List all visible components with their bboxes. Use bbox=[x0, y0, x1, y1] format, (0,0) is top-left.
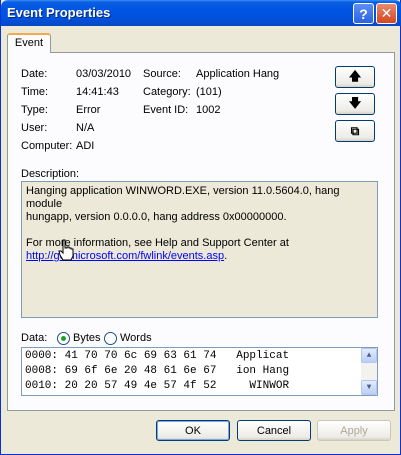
data-row: 0000: 41 70 70 6c 69 63 61 74 Applicat bbox=[25, 350, 290, 362]
description-line: For more information, see Help and Suppo… bbox=[26, 237, 289, 249]
eventid-value: 1002 bbox=[196, 104, 221, 116]
category-label: Category: bbox=[143, 86, 191, 98]
close-button[interactable]: ✕ bbox=[376, 3, 397, 24]
date-label: Date: bbox=[21, 68, 48, 80]
user-label: User: bbox=[21, 122, 48, 134]
data-row: 0010: 20 20 57 49 4e 57 4f 52 WINWOR bbox=[25, 380, 290, 392]
description-line: Hanging application WINWORD.EXE, version… bbox=[26, 185, 340, 210]
hand-cursor-icon bbox=[58, 239, 74, 261]
time-label: Time: bbox=[21, 86, 49, 98]
arrow-down-icon: 🡇 bbox=[348, 95, 362, 110]
description-line: hungapp, version 0.0.0.0, hang address 0… bbox=[26, 211, 287, 223]
bytes-radio[interactable] bbox=[57, 332, 70, 345]
copy-to-clipboard-button[interactable]: ⧉ bbox=[335, 120, 375, 142]
type-label: Type: bbox=[21, 104, 48, 116]
computer-label: Computer: bbox=[21, 140, 73, 152]
bytes-radio-label[interactable]: Bytes bbox=[73, 332, 101, 344]
source-value: Application Hang bbox=[196, 68, 280, 80]
computer-value: ADI bbox=[76, 140, 95, 152]
arrow-up-icon: 🡅 bbox=[348, 68, 362, 83]
event-properties-window: Event Properties ? ✕ Event Date: 03/03/2… bbox=[0, 0, 401, 455]
data-label: Data: bbox=[21, 332, 48, 344]
type-value: Error bbox=[76, 104, 101, 116]
date-value: 03/03/2010 bbox=[76, 68, 132, 80]
help-button[interactable]: ? bbox=[353, 3, 374, 24]
window-title: Event Properties bbox=[7, 5, 111, 20]
previous-event-button[interactable]: 🡅 bbox=[335, 66, 375, 88]
cancel-button[interactable]: Cancel bbox=[237, 420, 311, 441]
description-textbox[interactable]: Hanging application WINWORD.EXE, version… bbox=[21, 181, 378, 318]
data-listbox[interactable]: 0000: 41 70 70 6c 69 63 61 74 Applicat 0… bbox=[21, 347, 378, 396]
copy-icon: ⧉ bbox=[350, 123, 360, 138]
apply-button: Apply bbox=[317, 420, 391, 441]
words-radio-label[interactable]: Words bbox=[120, 332, 152, 344]
link-suffix: . bbox=[224, 250, 228, 262]
user-value: N/A bbox=[76, 122, 95, 134]
tab-event[interactable]: Event bbox=[7, 33, 51, 53]
category-value: (101) bbox=[196, 86, 222, 98]
data-scrollbar[interactable]: ▲ ▼ bbox=[361, 348, 377, 395]
eventid-label: Event ID: bbox=[143, 104, 189, 116]
words-radio[interactable] bbox=[104, 332, 117, 345]
ok-button[interactable]: OK bbox=[156, 420, 230, 441]
time-value: 14:41:43 bbox=[76, 86, 119, 98]
help-link[interactable]: http://go.microsoft.com/fwlink/events.as… bbox=[26, 250, 224, 262]
source-label: Source: bbox=[143, 68, 181, 80]
next-event-button[interactable]: 🡇 bbox=[335, 93, 375, 115]
title-bar[interactable]: Event Properties ? ✕ bbox=[1, 0, 401, 26]
scroll-down-icon[interactable]: ▼ bbox=[361, 380, 377, 395]
description-label: Description: bbox=[21, 168, 80, 180]
data-row: 0008: 69 6f 6e 20 48 61 6e 67 ion Hang bbox=[25, 365, 290, 377]
scroll-up-icon[interactable]: ▲ bbox=[361, 348, 377, 363]
